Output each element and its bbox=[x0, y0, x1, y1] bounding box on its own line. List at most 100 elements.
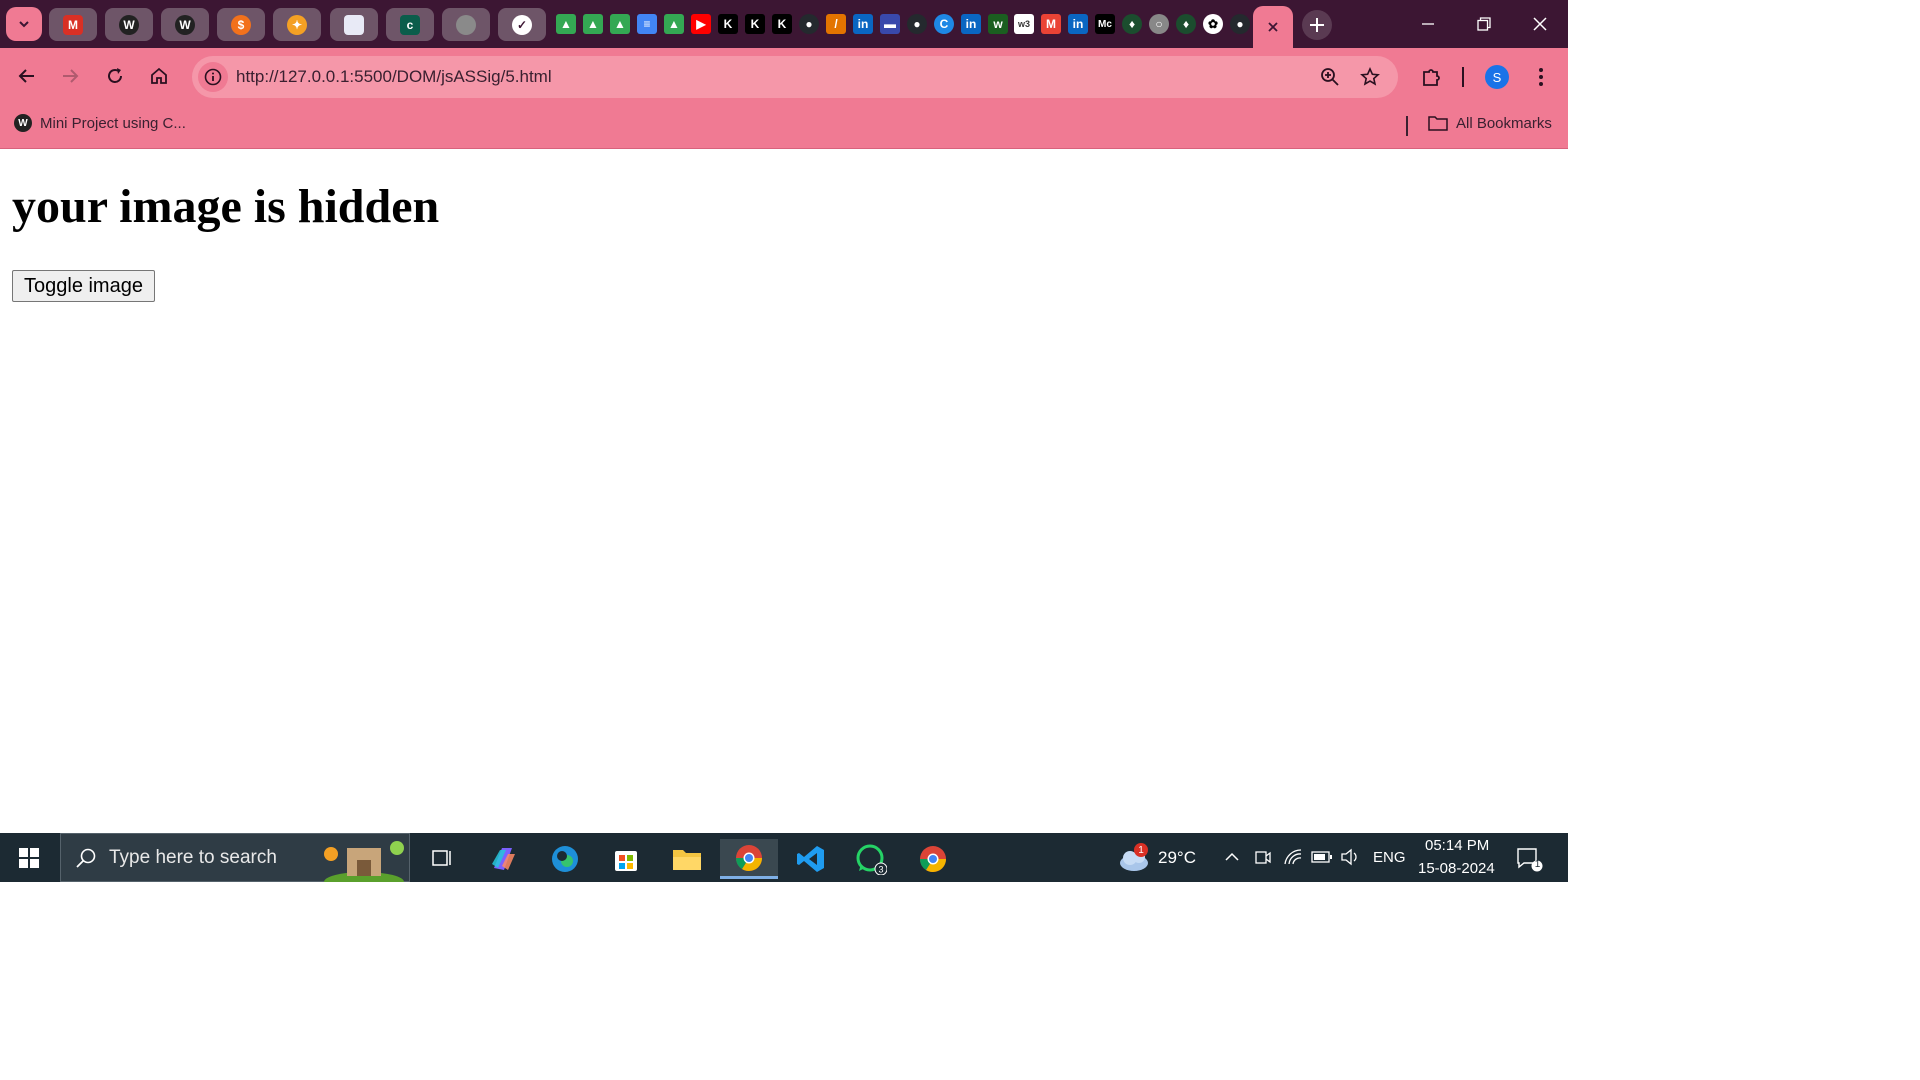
volume-icon[interactable] bbox=[1340, 848, 1360, 866]
linkedin-icon[interactable]: in bbox=[961, 14, 981, 34]
close-icon bbox=[1533, 17, 1547, 31]
notification-count: 1 bbox=[1534, 859, 1541, 870]
start-button[interactable] bbox=[8, 841, 50, 875]
drive-icon[interactable]: ▲ bbox=[556, 14, 576, 34]
github-icon[interactable]: ● bbox=[799, 14, 819, 34]
profile-avatar[interactable]: S bbox=[1485, 65, 1509, 89]
bookmark-item[interactable]: W Mini Project using C... bbox=[14, 114, 186, 132]
wordpress-icon: W bbox=[119, 14, 139, 35]
zoom-button[interactable] bbox=[1318, 65, 1342, 89]
taskbar-search-box[interactable]: Type here to search bbox=[60, 833, 410, 882]
weather-badge: 1 bbox=[1134, 843, 1148, 857]
github-icon[interactable]: ● bbox=[1230, 14, 1250, 34]
clock-time[interactable]: 05:14 PM bbox=[1425, 837, 1489, 854]
drive-icon[interactable]: ▲ bbox=[583, 14, 603, 34]
pencil-app-icon[interactable]: / bbox=[826, 14, 846, 34]
minimize-button[interactable] bbox=[1400, 0, 1456, 48]
meet-icon[interactable] bbox=[1254, 848, 1272, 866]
new-tab-button[interactable] bbox=[1302, 10, 1332, 40]
youtube-icon[interactable]: ▶ bbox=[691, 14, 711, 34]
edge-app[interactable] bbox=[540, 839, 590, 879]
india-gate-icon bbox=[324, 841, 404, 882]
pinned-tab-wordpress-2[interactable]: W bbox=[161, 8, 209, 41]
s-app-icon: $ bbox=[231, 14, 251, 35]
linkedin-icon[interactable]: in bbox=[853, 14, 873, 34]
medium-icon[interactable]: Mc bbox=[1095, 14, 1115, 34]
wordpress-icon: W bbox=[175, 14, 195, 35]
forward-button[interactable] bbox=[54, 60, 86, 92]
drive-icon[interactable]: ▲ bbox=[610, 14, 630, 34]
browser-menu-button[interactable] bbox=[1525, 61, 1557, 93]
wifi-icon[interactable] bbox=[1283, 848, 1303, 866]
all-bookmarks-button[interactable]: All Bookmarks bbox=[1428, 114, 1552, 132]
orange-app-icon: ✦ bbox=[287, 14, 307, 35]
url-text[interactable]: http://127.0.0.1:5500/DOM/jsASSig/5.html bbox=[236, 67, 552, 87]
battery-icon[interactable] bbox=[1311, 850, 1333, 864]
pinned-tab-gmail[interactable]: M bbox=[49, 8, 97, 41]
restore-icon bbox=[1477, 17, 1491, 31]
globe-icon[interactable]: ○ bbox=[1149, 14, 1169, 34]
chatgpt-icon[interactable]: ✿ bbox=[1203, 14, 1223, 34]
notification-center-button[interactable]: 1 bbox=[1515, 846, 1543, 877]
task-view-button[interactable] bbox=[416, 839, 466, 879]
w-app-icon[interactable]: w bbox=[988, 14, 1008, 34]
close-icon[interactable] bbox=[1267, 21, 1279, 33]
home-button[interactable] bbox=[143, 60, 175, 92]
chevron-down-icon bbox=[19, 21, 29, 28]
chrome-app[interactable] bbox=[720, 839, 778, 879]
bookmark-star-button[interactable] bbox=[1358, 65, 1382, 89]
star-icon bbox=[1360, 67, 1380, 86]
pinned-tab-check[interactable]: ✓ bbox=[498, 8, 546, 41]
all-bookmarks-label: All Bookmarks bbox=[1456, 114, 1552, 132]
extensions-button[interactable] bbox=[1416, 61, 1448, 93]
k-app-icon[interactable]: K bbox=[772, 14, 792, 34]
leaf-icon[interactable]: ♦ bbox=[1176, 14, 1196, 34]
github-icon[interactable]: ● bbox=[907, 14, 927, 34]
chrome-profile-app[interactable] bbox=[908, 839, 958, 879]
edge-icon bbox=[552, 846, 578, 872]
pinned-tab-wordpress[interactable]: W bbox=[105, 8, 153, 41]
k-app-icon[interactable]: K bbox=[718, 14, 738, 34]
restore-button[interactable] bbox=[1456, 0, 1512, 48]
pinned-tab-codechef[interactable]: c bbox=[386, 8, 434, 41]
site-info-button[interactable] bbox=[198, 62, 228, 92]
chrome-icon bbox=[919, 846, 947, 873]
chevron-up-icon[interactable] bbox=[1224, 850, 1240, 864]
pinned-tab-s[interactable]: $ bbox=[217, 8, 265, 41]
pinned-tab-globe[interactable] bbox=[442, 8, 490, 41]
language-indicator[interactable]: ENG bbox=[1373, 849, 1406, 866]
folder-icon bbox=[673, 850, 701, 870]
gmail-icon: M bbox=[63, 14, 83, 35]
gmail-icon[interactable]: M bbox=[1041, 14, 1061, 34]
vscode-app[interactable] bbox=[786, 839, 836, 879]
k-app-icon[interactable]: K bbox=[745, 14, 765, 34]
leaf-icon[interactable]: ♦ bbox=[1122, 14, 1142, 34]
c-app-icon: c bbox=[400, 14, 420, 35]
store-app[interactable] bbox=[601, 839, 651, 879]
c-app-icon[interactable]: C bbox=[934, 14, 954, 34]
whatsapp-badge: 3 bbox=[878, 865, 883, 875]
linkedin-icon[interactable]: in bbox=[1068, 14, 1088, 34]
file-explorer-app[interactable] bbox=[662, 839, 712, 879]
pinned-tab-doc[interactable] bbox=[330, 8, 378, 41]
close-window-button[interactable] bbox=[1512, 0, 1568, 48]
tab-strip: M W W $ ✦ c ✓ ▲ ▲ ▲ ≡ ▲ ▶ K K K ● / in ▬… bbox=[0, 0, 1568, 48]
puzzle-icon bbox=[1423, 69, 1440, 86]
whatsapp-app[interactable]: 3 bbox=[846, 839, 896, 879]
docs-icon[interactable]: ≡ bbox=[637, 14, 657, 34]
active-tab[interactable] bbox=[1253, 6, 1293, 48]
copilot-app[interactable] bbox=[478, 839, 528, 879]
chrome-icon bbox=[735, 844, 763, 871]
drive-icon[interactable]: ▲ bbox=[664, 14, 684, 34]
back-button[interactable] bbox=[11, 60, 43, 92]
plus-icon bbox=[1310, 18, 1324, 32]
tab-search-button[interactable] bbox=[6, 7, 42, 41]
calendar-app-icon[interactable]: ▬ bbox=[880, 14, 900, 34]
address-bar[interactable]: http://127.0.0.1:5500/DOM/jsASSig/5.html bbox=[192, 56, 1398, 98]
reload-button[interactable] bbox=[99, 60, 131, 92]
w3schools-icon[interactable]: w3 bbox=[1014, 14, 1034, 34]
clock-date[interactable]: 15-08-2024 bbox=[1418, 860, 1495, 877]
toggle-image-button[interactable]: Toggle image bbox=[12, 270, 155, 302]
bookmarks-bar: W Mini Project using C... All Bookmarks bbox=[0, 104, 1568, 149]
pinned-tab-orange[interactable]: ✦ bbox=[273, 8, 321, 41]
